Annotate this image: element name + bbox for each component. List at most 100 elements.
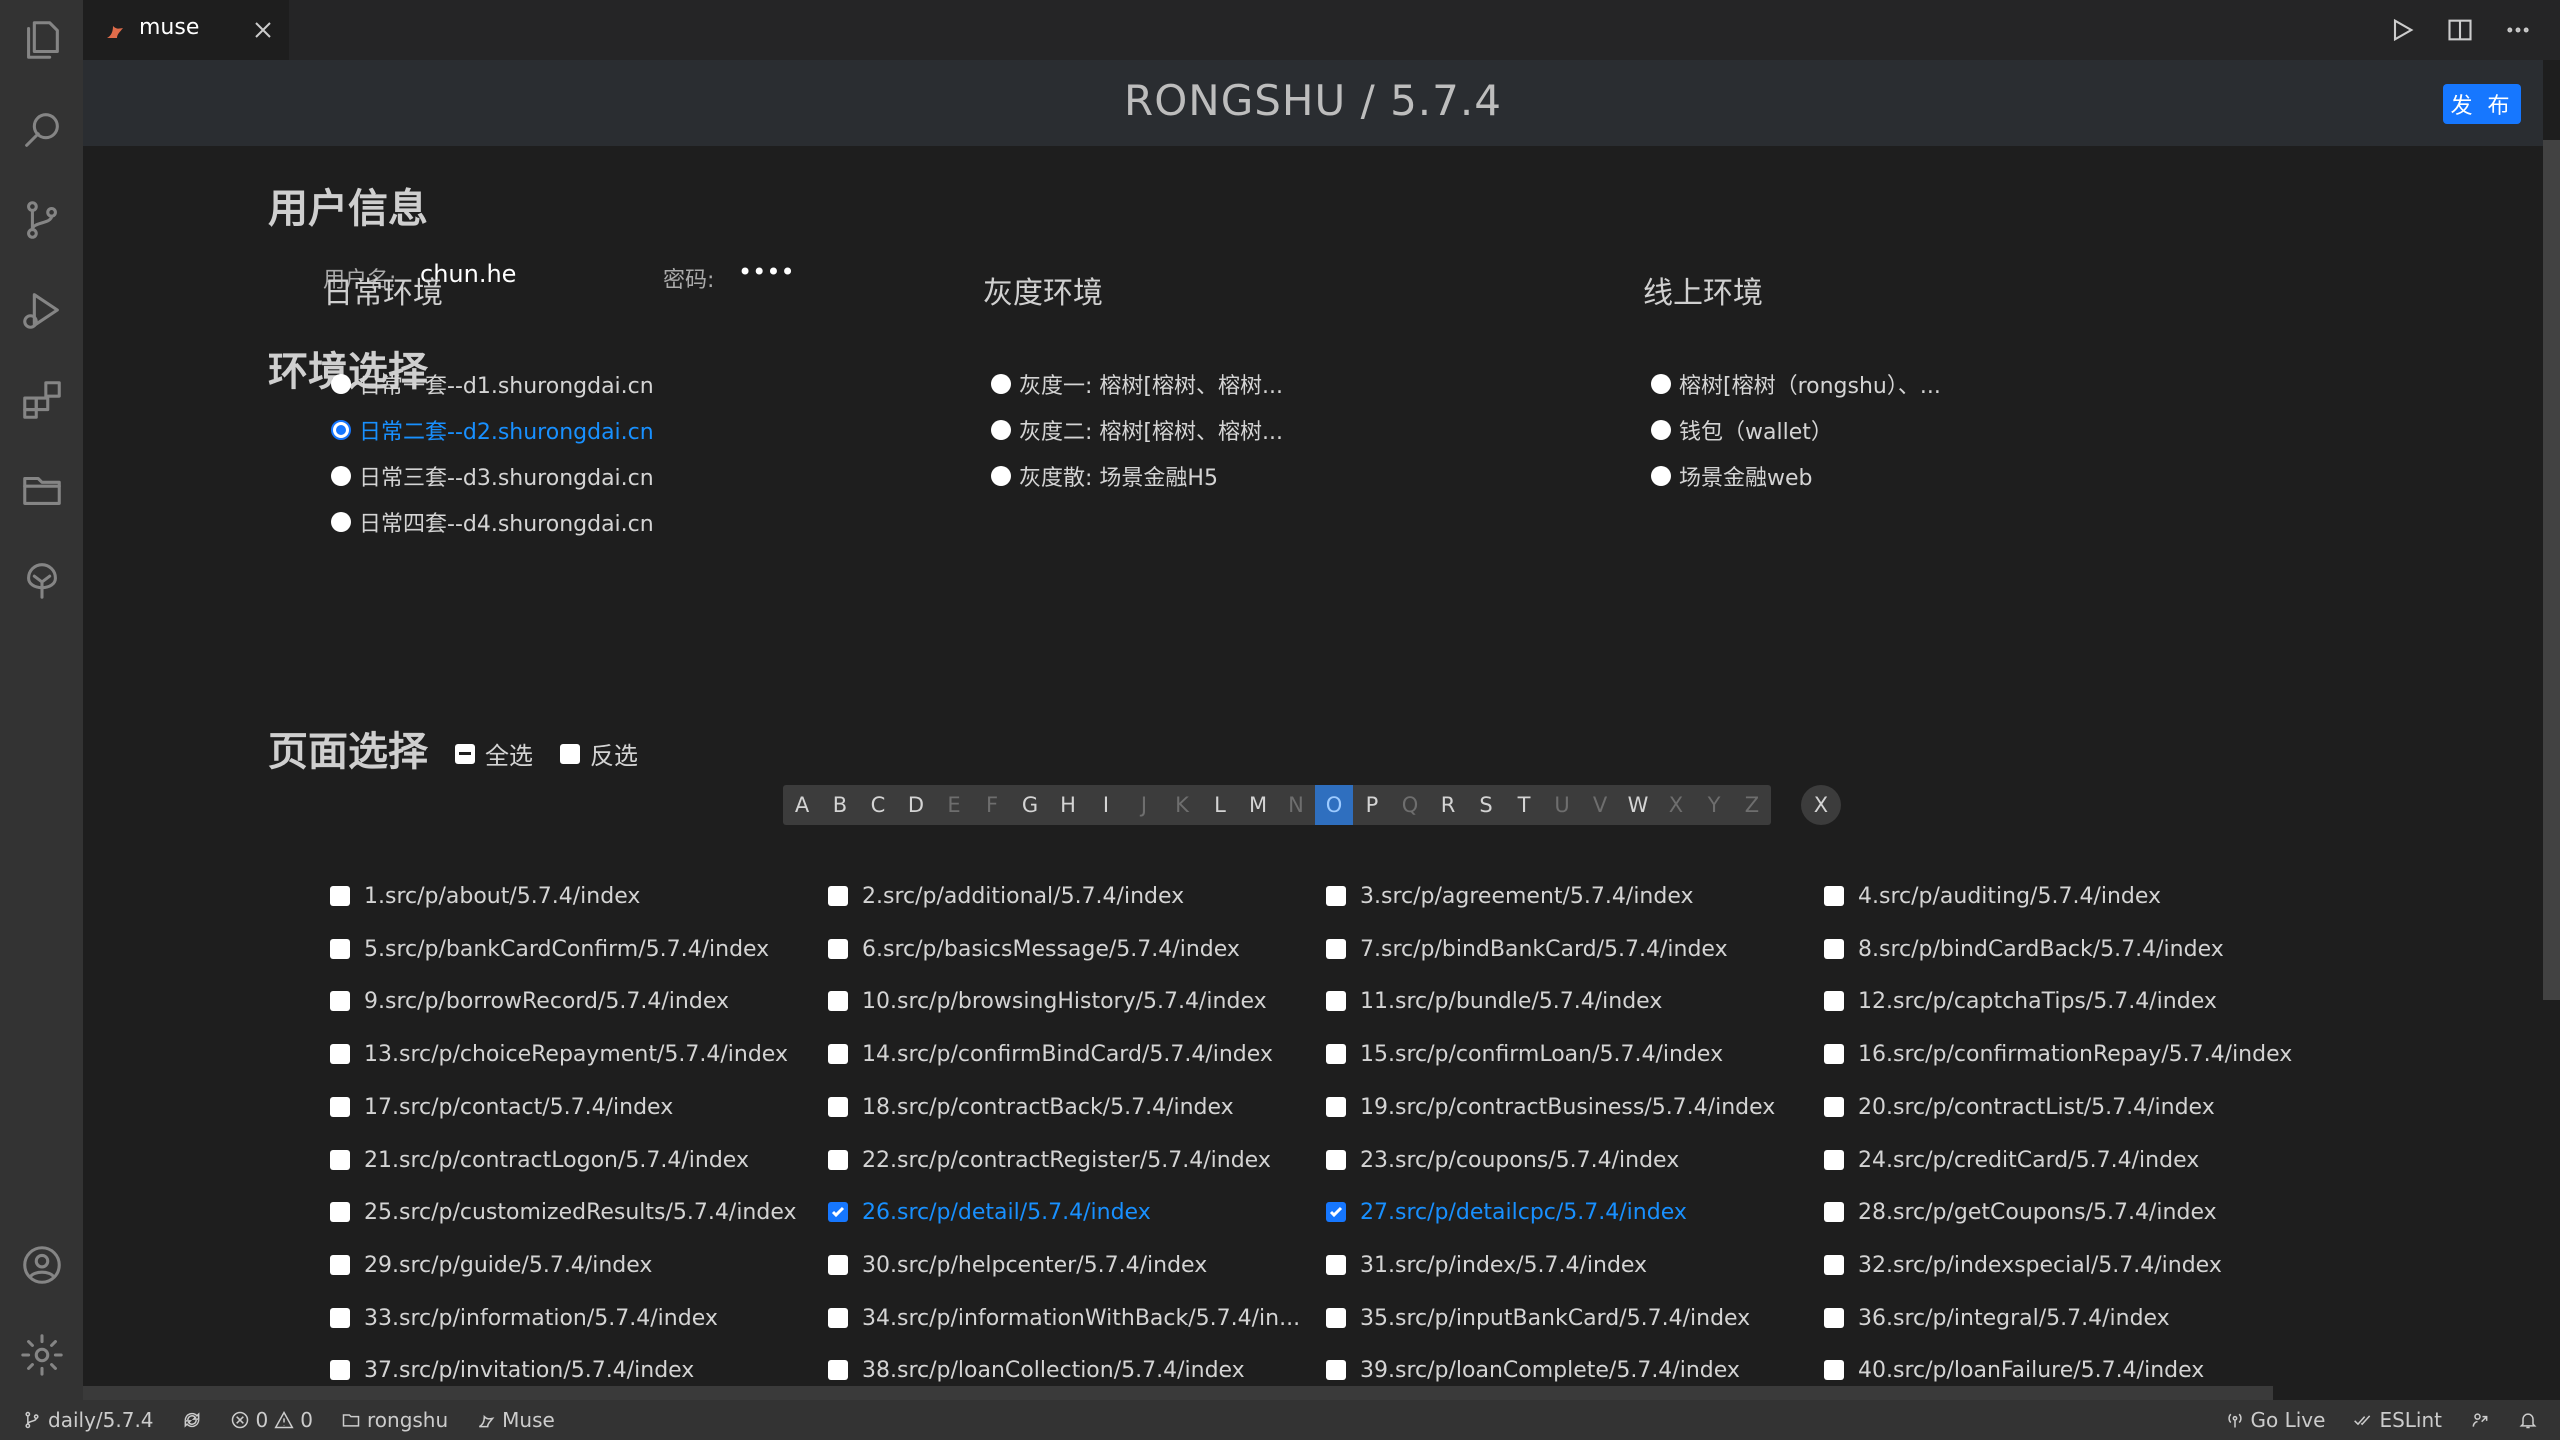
page-list-item[interactable]: 24.src/p/creditCard/5.7.4/index bbox=[1824, 1134, 2322, 1186]
env-option[interactable]: 日常一套--d1.shurongdai.cn bbox=[331, 368, 654, 400]
vertical-scrollbar[interactable] bbox=[2543, 60, 2560, 1400]
problems-indicator[interactable]: 0 0 bbox=[230, 1408, 313, 1432]
page-list-item[interactable]: 6.src/p/basicsMessage/5.7.4/index bbox=[828, 923, 1326, 975]
letter-filter-r[interactable]: R bbox=[1429, 785, 1467, 825]
password-field[interactable]: •••• bbox=[738, 258, 795, 286]
settings-gear-icon[interactable] bbox=[0, 1315, 83, 1395]
scroll-thumb[interactable] bbox=[2543, 140, 2560, 1000]
page-path-label: 36.src/p/integral/5.7.4/index bbox=[1858, 1305, 2170, 1331]
page-list-item[interactable]: 36.src/p/integral/5.7.4/index bbox=[1824, 1292, 2322, 1344]
page-list-item[interactable]: 12.src/p/captchaTips/5.7.4/index bbox=[1824, 975, 2322, 1027]
page-list-item[interactable]: 5.src/p/bankCardConfirm/5.7.4/index bbox=[330, 923, 828, 975]
eslint-button[interactable]: ESLint bbox=[2353, 1408, 2442, 1432]
letter-filter-w[interactable]: W bbox=[1619, 785, 1657, 825]
page-list-item[interactable]: 27.src/p/detailcpc/5.7.4/index bbox=[1326, 1186, 1824, 1238]
page-list-item[interactable]: 10.src/p/browsingHistory/5.7.4/index bbox=[828, 975, 1326, 1027]
env-option[interactable]: 灰度一: 榕树[榕树、榕树... bbox=[991, 368, 1283, 400]
letter-filter-i[interactable]: I bbox=[1087, 785, 1125, 825]
page-list-item[interactable]: 14.src/p/confirmBindCard/5.7.4/index bbox=[828, 1028, 1326, 1080]
letter-filter-o[interactable]: O bbox=[1315, 785, 1353, 825]
page-path-label: 34.src/p/informationWithBack/5.7.4/in... bbox=[862, 1305, 1301, 1331]
page-list-item[interactable]: 3.src/p/agreement/5.7.4/index bbox=[1326, 870, 1824, 922]
page-list-item[interactable]: 35.src/p/inputBankCard/5.7.4/index bbox=[1326, 1292, 1824, 1344]
page-path-label: 4.src/p/auditing/5.7.4/index bbox=[1858, 883, 2162, 909]
page-list-item[interactable]: 26.src/p/detail/5.7.4/index bbox=[828, 1186, 1326, 1238]
page-list-item[interactable]: 21.src/p/contractLogon/5.7.4/index bbox=[330, 1134, 828, 1186]
invert-selection-checkbox[interactable]: 反选 bbox=[560, 736, 638, 771]
page-path-label: 20.src/p/contractList/5.7.4/index bbox=[1858, 1094, 2215, 1120]
page-list-item[interactable]: 13.src/p/choiceRepayment/5.7.4/index bbox=[330, 1028, 828, 1080]
clear-filter-button[interactable]: X bbox=[1801, 785, 1841, 825]
env-option[interactable]: 榕树[榕树（rongshu）、... bbox=[1651, 368, 1941, 400]
letter-filter-l[interactable]: L bbox=[1201, 785, 1239, 825]
more-actions-icon[interactable] bbox=[2498, 10, 2538, 50]
page-list-item[interactable]: 30.src/p/helpcenter/5.7.4/index bbox=[828, 1239, 1326, 1291]
page-list-item[interactable]: 20.src/p/contractList/5.7.4/index bbox=[1824, 1081, 2322, 1133]
folder-indicator[interactable]: rongshu bbox=[341, 1408, 448, 1432]
env-option[interactable]: 日常三套--d3.shurongdai.cn bbox=[331, 460, 654, 492]
close-icon[interactable] bbox=[243, 10, 283, 50]
page-list-item[interactable]: 16.src/p/confirmationRepay/5.7.4/index bbox=[1824, 1028, 2322, 1080]
letter-filter-g[interactable]: G bbox=[1011, 785, 1049, 825]
alphabet-filter: ABCDEFGHIJ KLMNOPQRSTUVWXYZ bbox=[783, 785, 1771, 825]
letter-filter-a[interactable]: A bbox=[783, 785, 821, 825]
tree-icon[interactable] bbox=[0, 540, 83, 620]
folder-icon[interactable] bbox=[0, 450, 83, 530]
page-list-item[interactable]: 9.src/p/borrowRecord/5.7.4/index bbox=[330, 975, 828, 1027]
select-all-checkbox[interactable]: 全选 bbox=[455, 736, 533, 771]
run-debug-icon[interactable] bbox=[0, 270, 83, 350]
account-icon[interactable] bbox=[0, 1225, 83, 1305]
page-list-item[interactable]: 25.src/p/customizedResults/5.7.4/index bbox=[330, 1186, 828, 1238]
env-option[interactable]: 场景金融web bbox=[1651, 460, 1813, 492]
letter-filter-m[interactable]: M bbox=[1239, 785, 1277, 825]
sync-icon[interactable] bbox=[182, 1410, 202, 1430]
page-list-item[interactable]: 22.src/p/contractRegister/5.7.4/index bbox=[828, 1134, 1326, 1186]
page-list-item[interactable]: 7.src/p/bindBankCard/5.7.4/index bbox=[1326, 923, 1824, 975]
page-list-item[interactable]: 4.src/p/auditing/5.7.4/index bbox=[1824, 870, 2322, 922]
horizontal-scrollbar[interactable] bbox=[83, 1386, 2543, 1400]
letter-filter-t[interactable]: T bbox=[1505, 785, 1543, 825]
explorer-icon[interactable] bbox=[0, 0, 83, 80]
page-list-item[interactable]: 17.src/p/contact/5.7.4/index bbox=[330, 1081, 828, 1133]
page-list-item[interactable]: 1.src/p/about/5.7.4/index bbox=[330, 870, 828, 922]
env-option-label: 灰度二: 榕树[榕树、榕树... bbox=[1019, 420, 1283, 445]
page-list-item[interactable]: 31.src/p/index/5.7.4/index bbox=[1326, 1239, 1824, 1291]
page-list-item[interactable]: 19.src/p/contractBusiness/5.7.4/index bbox=[1326, 1081, 1824, 1133]
feedback-icon[interactable] bbox=[2470, 1410, 2490, 1430]
source-control-icon[interactable] bbox=[0, 180, 83, 260]
letter-filter-d[interactable]: D bbox=[897, 785, 935, 825]
page-list-item[interactable]: 32.src/p/indexspecial/5.7.4/index bbox=[1824, 1239, 2322, 1291]
page-list-item[interactable]: 29.src/p/guide/5.7.4/index bbox=[330, 1239, 828, 1291]
env-option[interactable]: 日常二套--d2.shurongdai.cn bbox=[331, 414, 654, 446]
muse-indicator[interactable]: Muse bbox=[476, 1408, 555, 1432]
error-count: 0 bbox=[255, 1408, 269, 1432]
page-list-item[interactable]: 18.src/p/contractBack/5.7.4/index bbox=[828, 1081, 1326, 1133]
letter-filter-h[interactable]: H bbox=[1049, 785, 1087, 825]
page-list-item[interactable]: 34.src/p/informationWithBack/5.7.4/in... bbox=[828, 1292, 1326, 1344]
split-editor-icon[interactable] bbox=[2440, 10, 2480, 50]
letter-filter-c[interactable]: C bbox=[859, 785, 897, 825]
env-option[interactable]: 灰度二: 榕树[榕树、榕树... bbox=[991, 414, 1283, 446]
extensions-icon[interactable] bbox=[0, 360, 83, 440]
branch-indicator[interactable]: daily/5.7.4 bbox=[22, 1408, 154, 1432]
run-icon[interactable] bbox=[2382, 10, 2422, 50]
bell-icon[interactable] bbox=[2518, 1410, 2538, 1430]
page-list-item[interactable]: 11.src/p/bundle/5.7.4/index bbox=[1326, 975, 1824, 1027]
letter-filter-s[interactable]: S bbox=[1467, 785, 1505, 825]
page-list-item[interactable]: 28.src/p/getCoupons/5.7.4/index bbox=[1824, 1186, 2322, 1238]
search-icon[interactable] bbox=[0, 90, 83, 170]
letter-filter-p[interactable]: P bbox=[1353, 785, 1391, 825]
page-list-item[interactable]: 2.src/p/additional/5.7.4/index bbox=[828, 870, 1326, 922]
env-option[interactable]: 灰度散: 场景金融H5 bbox=[991, 460, 1218, 492]
env-option[interactable]: 日常四套--d4.shurongdai.cn bbox=[331, 506, 654, 538]
scroll-thumb[interactable] bbox=[83, 1386, 2273, 1400]
go-live-button[interactable]: Go Live bbox=[2225, 1408, 2325, 1432]
page-list-item[interactable]: 15.src/p/confirmLoan/5.7.4/index bbox=[1326, 1028, 1824, 1080]
tab-muse[interactable]: muse bbox=[83, 0, 289, 60]
page-list-item[interactable]: 8.src/p/bindCardBack/5.7.4/index bbox=[1824, 923, 2322, 975]
page-list-item[interactable]: 33.src/p/information/5.7.4/index bbox=[330, 1292, 828, 1344]
publish-button[interactable]: 发 布 bbox=[2443, 84, 2521, 124]
env-option[interactable]: 钱包（wallet） bbox=[1651, 414, 1833, 446]
letter-filter-b[interactable]: B bbox=[821, 785, 859, 825]
page-list-item[interactable]: 23.src/p/coupons/5.7.4/index bbox=[1326, 1134, 1824, 1186]
